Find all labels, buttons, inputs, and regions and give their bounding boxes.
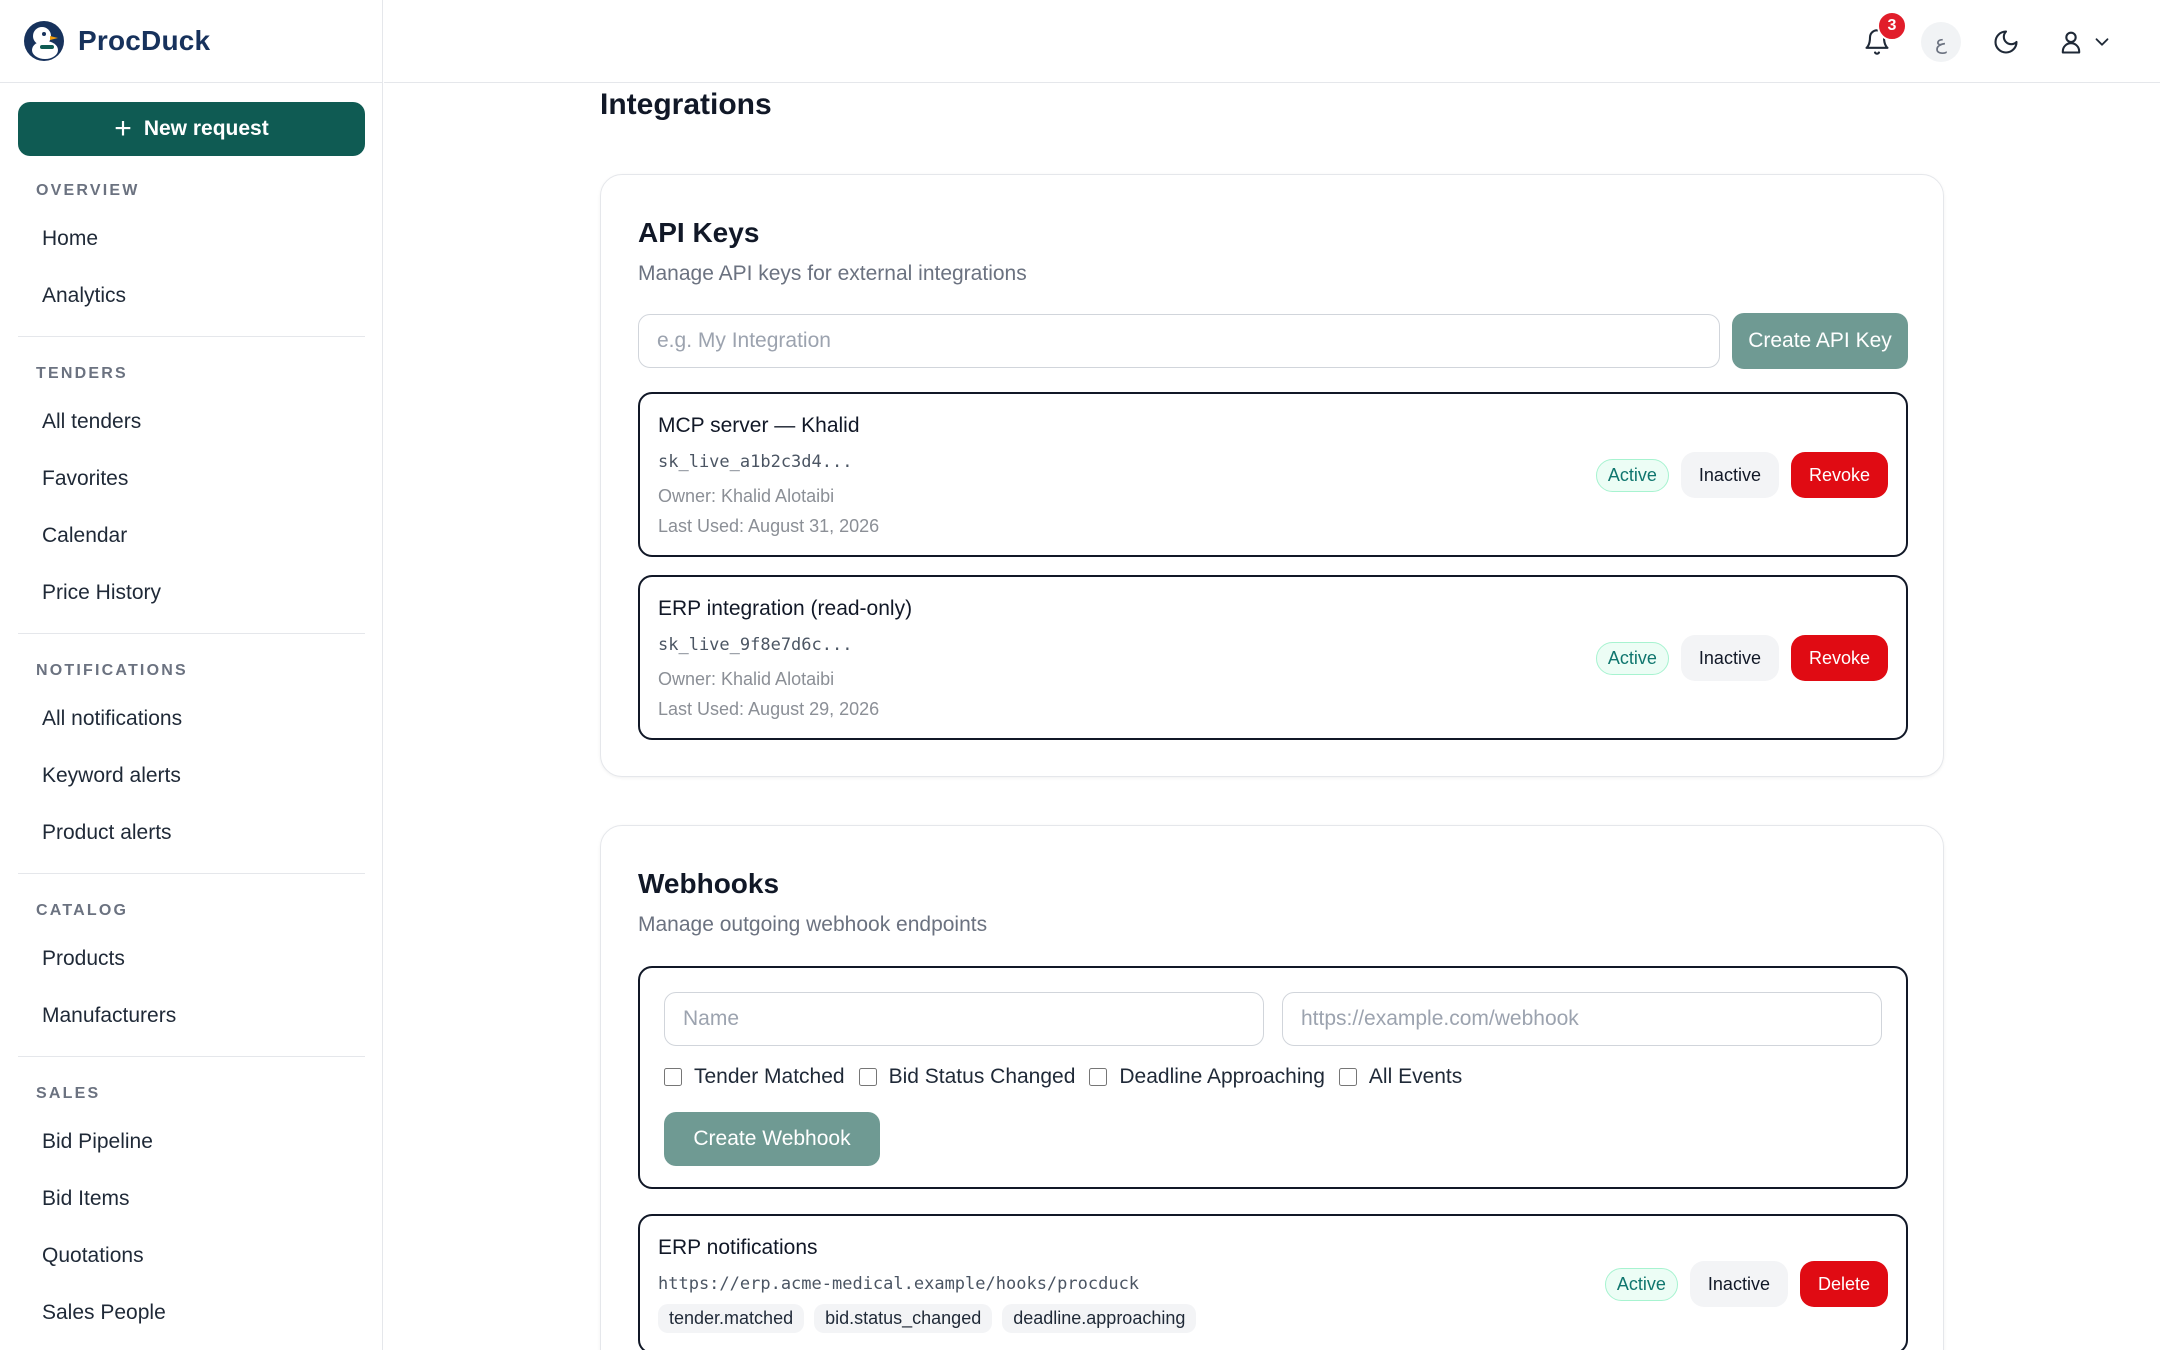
status-badge: Active [1604, 1267, 1678, 1301]
nav-heading: CATALOG [36, 902, 129, 919]
nav-heading: OVERVIEW [36, 182, 140, 199]
webhook-form: Tender Matched Bid Status Changed Deadli… [638, 966, 1908, 1189]
webhook-name-input[interactable] [664, 992, 1264, 1046]
nav-section-catalog: CATALOG Products Manufacturers [18, 890, 365, 1057]
event-checkboxes: Tender Matched Bid Status Changed Deadli… [664, 1065, 1476, 1089]
webhooks-card: Webhooks Manage outgoing webhook endpoin… [600, 825, 1944, 1350]
sidebar-item-sales-people[interactable]: Sales People [18, 1284, 365, 1341]
nav-heading: SALES [36, 1085, 101, 1102]
event-label: Bid Status Changed [888, 1065, 1076, 1088]
chevron-down-icon [2095, 38, 2109, 46]
webhooks-subtitle: Manage outgoing webhook endpoints [638, 913, 988, 936]
api-key-owner: Owner: Khalid Alotaibi [658, 486, 835, 506]
language-toggle-button[interactable]: ع [1921, 22, 1961, 62]
sidebar: ProcDuck + New request OVERVIEW Home Ana… [0, 0, 383, 1350]
webhook-url: https://erp.acme-medical.example/hooks/p… [658, 1274, 1140, 1294]
page-title: Integrations [600, 88, 772, 121]
theme-toggle-button[interactable] [1986, 22, 2026, 62]
api-key-item: ERP integration (read-only) sk_live_9f8e… [638, 575, 1908, 740]
brand[interactable]: ProcDuck [0, 0, 382, 83]
set-inactive-button[interactable]: Inactive [1680, 452, 1779, 498]
sidebar-item-calendar[interactable]: Calendar [18, 507, 365, 564]
event-checkbox[interactable] [664, 1068, 682, 1086]
api-keys-card: API Keys Manage API keys for external in… [600, 174, 1944, 777]
status-badge: Active [1595, 458, 1669, 492]
status-badge: Active [1595, 641, 1669, 675]
delete-button[interactable]: Delete [1799, 1261, 1888, 1307]
duck-logo-icon [24, 21, 64, 61]
event-label: Tender Matched [694, 1065, 845, 1088]
sidebar-item-product-alerts[interactable]: Product alerts [18, 804, 365, 861]
webhook-url-input[interactable] [1282, 992, 1882, 1046]
moon-icon [1994, 30, 2018, 54]
nav-section-notifications: NOTIFICATIONS All notifications Keyword … [18, 650, 365, 874]
sidebar-item-quotations[interactable]: Quotations [18, 1227, 365, 1284]
event-tag: deadline.approaching [1002, 1304, 1197, 1333]
nav-heading: TENDERS [36, 365, 128, 382]
event-bid-status-changed[interactable]: Bid Status Changed [858, 1065, 1076, 1089]
plus-icon: + [114, 112, 132, 145]
brand-name: ProcDuck [78, 25, 211, 56]
event-tag: bid.status_changed [814, 1304, 993, 1333]
api-key-item: MCP server — Khalid sk_live_a1b2c3d4... … [638, 392, 1908, 557]
webhook-name: ERP notifications [658, 1236, 818, 1259]
event-checkbox[interactable] [858, 1068, 877, 1086]
nav-section-overview: OVERVIEW Home Analytics [18, 170, 365, 337]
api-keys-subtitle: Manage API keys for external integration… [638, 262, 1027, 285]
create-webhook-button[interactable]: Create Webhook [664, 1112, 880, 1166]
event-all-events[interactable]: All Events [1338, 1065, 1463, 1089]
event-deadline-approaching[interactable]: Deadline Approaching [1089, 1065, 1325, 1089]
sidebar-item-all-tenders[interactable]: All tenders [18, 393, 365, 450]
set-inactive-button[interactable]: Inactive [1689, 1261, 1788, 1307]
event-checkbox[interactable] [1089, 1068, 1108, 1086]
event-tender-matched[interactable]: Tender Matched [664, 1065, 845, 1089]
create-api-key-button[interactable]: Create API Key [1732, 313, 1908, 369]
sidebar-item-manufacturers[interactable]: Manufacturers [18, 987, 365, 1044]
api-key-value: sk_live_9f8e7d6c... [658, 635, 853, 655]
top-bar: 3 ع [384, 0, 2160, 83]
nav-section-sales: SALES Bid Pipeline Bid Items Quotations … [18, 1073, 365, 1350]
sidebar-item-products[interactable]: Products [18, 930, 365, 987]
new-request-label: New request [143, 117, 269, 140]
api-key-name: MCP server — Khalid [658, 414, 860, 437]
sidebar-item-analytics[interactable]: Analytics [18, 267, 365, 324]
event-tag: tender.matched [658, 1304, 805, 1333]
revoke-button[interactable]: Revoke [1790, 635, 1888, 681]
api-key-last-used: Last Used: August 29, 2026 [658, 699, 880, 719]
webhook-item: ERP notifications https://erp.acme-medic… [638, 1214, 1908, 1350]
event-label: Deadline Approaching [1119, 1065, 1325, 1088]
notification-count-badge: 3 [1877, 11, 1907, 41]
api-key-name-input[interactable] [638, 314, 1720, 368]
sidebar-item-all-notifications[interactable]: All notifications [18, 690, 365, 747]
api-key-actions: Active Inactive Revoke [1595, 635, 1888, 681]
api-key-name: ERP integration (read-only) [658, 597, 913, 620]
sidebar-item-bid-pipeline[interactable]: Bid Pipeline [18, 1113, 365, 1170]
nav-section-tenders: TENDERS All tenders Favorites Calendar P… [18, 353, 365, 634]
nav-heading: NOTIFICATIONS [36, 662, 188, 679]
new-request-button[interactable]: + New request [18, 102, 365, 156]
api-key-value: sk_live_a1b2c3d4... [658, 452, 853, 472]
sidebar-item-favorites[interactable]: Favorites [18, 450, 365, 507]
webhook-event-tags: tender.matched bid.status_changed deadli… [658, 1304, 1206, 1333]
webhooks-title: Webhooks [638, 868, 780, 899]
event-label: All Events [1368, 1065, 1463, 1088]
set-inactive-button[interactable]: Inactive [1680, 635, 1779, 681]
sidebar-nav: OVERVIEW Home Analytics TENDERS All tend… [18, 170, 365, 1350]
user-icon [2061, 31, 2081, 54]
sidebar-item-bid-items[interactable]: Bid Items [18, 1170, 365, 1227]
api-keys-title: API Keys [638, 217, 760, 248]
user-menu-button[interactable] [2050, 22, 2120, 62]
revoke-button[interactable]: Revoke [1790, 452, 1888, 498]
api-key-actions: Active Inactive Revoke [1595, 452, 1888, 498]
event-checkbox[interactable] [1338, 1068, 1357, 1086]
sidebar-item-home[interactable]: Home [18, 210, 365, 267]
sidebar-item-price-history[interactable]: Price History [18, 564, 365, 621]
webhook-actions: Active Inactive Delete [1604, 1261, 1888, 1307]
sidebar-item-keyword-alerts[interactable]: Keyword alerts [18, 747, 365, 804]
api-key-last-used: Last Used: August 31, 2026 [658, 516, 880, 536]
api-key-owner: Owner: Khalid Alotaibi [658, 669, 835, 689]
